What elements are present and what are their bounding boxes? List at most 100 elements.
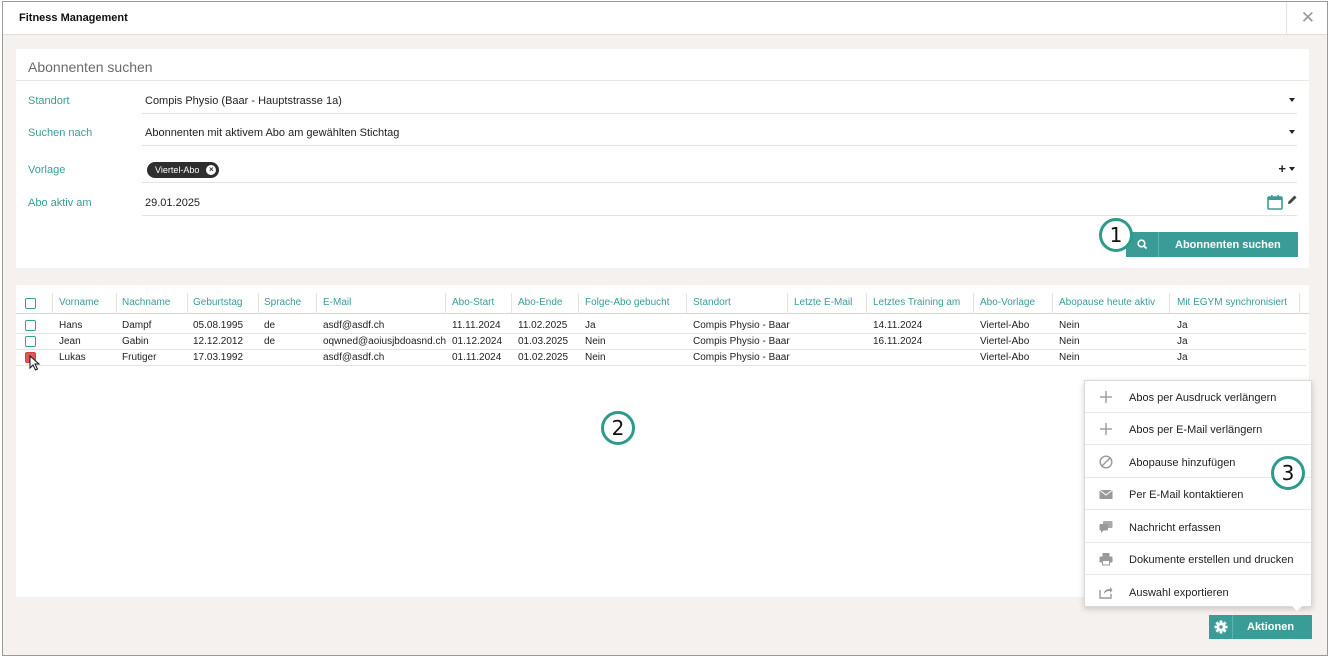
column-divider <box>511 293 512 314</box>
suchen-nach-select[interactable]: Abonnenten mit aktivem Abo am gewählten … <box>145 127 399 139</box>
field-underline <box>142 113 1297 114</box>
header-nachname[interactable]: Nachname <box>122 297 170 308</box>
menu-item-label: Nachricht erfassen <box>1129 522 1221 534</box>
menu-item-export[interactable]: Auswahl exportieren <box>1085 576 1311 608</box>
table-row[interactable]: Hans Dampf 05.08.1995 de asdf@asdf.ch 11… <box>16 318 1306 334</box>
print-icon <box>1099 553 1113 566</box>
cell-sprache: de <box>264 336 276 347</box>
cell-abopause: Nein <box>1059 336 1080 347</box>
cell-email: asdf@asdf.ch <box>323 320 385 331</box>
abo-aktiv-date-input[interactable]: 29.01.2025 <box>145 197 200 209</box>
header-standort[interactable]: Standort <box>693 297 731 308</box>
column-divider <box>116 293 117 314</box>
row-checkbox[interactable] <box>25 320 36 331</box>
export-icon <box>1099 587 1113 599</box>
cell-folge-abo: Ja <box>585 320 596 331</box>
standort-select[interactable]: Compis Physio (Baar - Hauptstrasse 1a) <box>145 95 342 107</box>
ban-icon <box>1099 455 1113 469</box>
menu-item-label: Dokumente erstellen und drucken <box>1129 554 1294 566</box>
cell-abo-start: 11.11.2024 <box>452 320 501 331</box>
remove-chip-icon[interactable]: × <box>206 165 217 175</box>
menu-item-abos-ausdruck[interactable]: Abos per Ausdruck verlängern <box>1085 381 1311 413</box>
cell-abo-start: 01.12.2024 <box>452 336 503 347</box>
cell-email: oqwned@aoiusjbdoasnd.ch <box>323 336 447 347</box>
cell-nachname: Frutiger <box>122 352 157 363</box>
header-abopause[interactable]: Abopause heute aktiv <box>1059 297 1155 308</box>
column-divider <box>187 293 188 314</box>
cell-egym: Ja <box>1177 336 1188 347</box>
row-checkbox[interactable] <box>25 336 36 347</box>
column-divider <box>866 293 867 314</box>
cell-geburtstag: 05.08.1995 <box>193 320 244 331</box>
vorlage-chip[interactable]: Viertel-Abo × <box>147 162 220 178</box>
comments-icon <box>1099 521 1113 533</box>
envelope-icon <box>1099 489 1113 499</box>
menu-item-abos-email[interactable]: Abos per E-Mail verlängern <box>1085 413 1311 445</box>
header-geburtstag[interactable]: Geburtstag <box>193 297 242 308</box>
standort-row: Standort Compis Physio (Baar - Hauptstra… <box>16 88 1309 114</box>
select-all-checkbox[interactable] <box>25 298 36 309</box>
abo-aktiv-row: Abo aktiv am 29.01.2025 <box>16 190 1309 216</box>
cell-geburtstag: 12.12.2012 <box>193 336 244 347</box>
title-bar: Fitness Management ✕ <box>3 2 1327 35</box>
header-egym[interactable]: Mit EGYM synchronisiert <box>1177 297 1287 308</box>
table-row[interactable]: Lukas Frutiger 17.03.1992 asdf@asdf.ch 0… <box>16 350 1306 366</box>
column-divider <box>1169 293 1170 314</box>
add-icon[interactable]: + <box>1278 161 1286 176</box>
menu-item-label: Abopause hinzufügen <box>1129 457 1236 469</box>
menu-item-nachricht[interactable]: Nachricht erfassen <box>1085 511 1311 543</box>
header-letztes-training[interactable]: Letztes Training am <box>873 297 960 308</box>
vorlage-label: Vorlage <box>28 164 66 176</box>
panel-divider <box>16 80 1309 81</box>
header-sprache[interactable]: Sprache <box>264 297 301 308</box>
chevron-down-icon[interactable] <box>1289 167 1295 171</box>
plus-icon <box>1100 391 1112 403</box>
cell-egym: Ja <box>1177 352 1188 363</box>
cell-email: asdf@asdf.ch <box>323 352 385 363</box>
cell-sprache: de <box>264 320 276 331</box>
aktionen-button-label: Aktionen <box>1247 621 1295 633</box>
field-underline <box>142 145 1297 146</box>
header-abo-vorlage[interactable]: Abo-Vorlage <box>980 297 1035 308</box>
field-underline <box>142 182 1297 183</box>
actions-menu: Abos per Ausdruck verlängern Abos per E-… <box>1084 380 1312 607</box>
header-email[interactable]: E-Mail <box>323 297 351 308</box>
header-vorname[interactable]: Vorname <box>59 297 99 308</box>
chevron-down-icon[interactable] <box>1289 98 1295 102</box>
table-row[interactable]: Jean Gabin 12.12.2012 de oqwned@aoiusjbd… <box>16 334 1306 350</box>
window-title: Fitness Management <box>19 12 128 24</box>
table-header: Vorname Nachname Geburtstag Sprache E-Ma… <box>16 293 1309 314</box>
cell-abo-ende: 01.02.2025 <box>518 352 569 363</box>
vorlage-row: Vorlage Viertel-Abo × + <box>16 157 1309 183</box>
title-bar-divider <box>1286 2 1287 35</box>
cell-vorname: Lukas <box>59 352 86 363</box>
cell-abo-ende: 01.03.2025 <box>518 336 569 347</box>
header-letzte-email[interactable]: Letzte E-Mail <box>794 297 852 308</box>
mouse-pointer-icon <box>29 355 41 371</box>
cell-nachname: Dampf <box>122 320 152 331</box>
header-abo-start[interactable]: Abo-Start <box>452 297 494 308</box>
cell-abo-vorlage: Viertel-Abo <box>980 320 1030 331</box>
cell-vorname: Hans <box>59 320 83 331</box>
menu-pointer <box>1290 604 1304 611</box>
pencil-icon[interactable] <box>1286 194 1298 206</box>
abonnenten-suchen-button[interactable]: Abonnenten suchen <box>1126 232 1298 257</box>
cell-standort: Compis Physio - Baar <box>693 352 790 363</box>
header-folge-abo[interactable]: Folge-Abo gebucht <box>585 297 670 308</box>
close-icon[interactable]: ✕ <box>1301 8 1315 28</box>
calendar-icon[interactable] <box>1267 194 1283 210</box>
aktionen-button[interactable]: Aktionen <box>1209 615 1312 639</box>
menu-item-label: Per E-Mail kontaktieren <box>1129 489 1244 501</box>
suchen-nach-row: Suchen nach Abonnenten mit aktivem Abo a… <box>16 120 1309 146</box>
column-divider <box>1299 293 1300 314</box>
menu-item-dokumente[interactable]: Dokumente erstellen und drucken <box>1085 543 1311 575</box>
menu-item-label: Abos per E-Mail verlängern <box>1129 424 1263 436</box>
column-divider <box>258 293 259 314</box>
header-abo-ende[interactable]: Abo-Ende <box>518 297 562 308</box>
chevron-down-icon[interactable] <box>1289 130 1295 134</box>
cell-standort: Compis Physio - Baar <box>693 336 790 347</box>
cell-folge-abo: Nein <box>585 352 606 363</box>
chip-label: Viertel-Abo <box>155 165 200 175</box>
standort-label: Standort <box>28 95 70 107</box>
column-divider <box>578 293 579 314</box>
